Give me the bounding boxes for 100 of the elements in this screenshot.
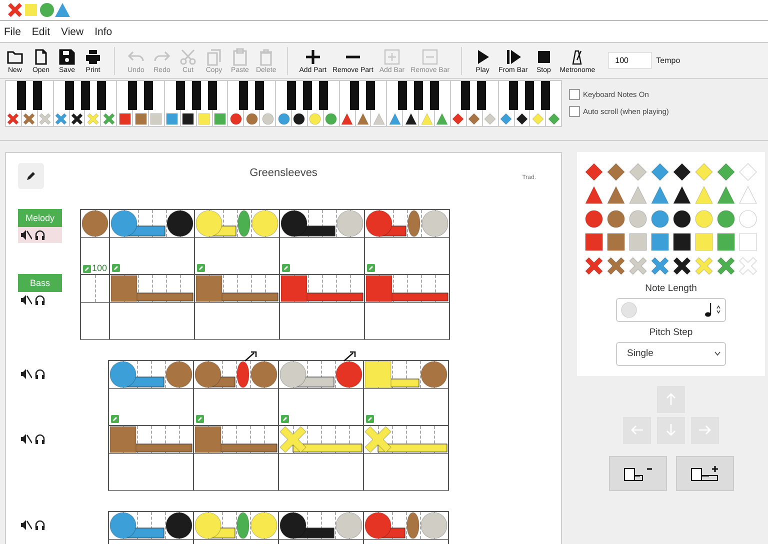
menu-item[interactable]: Edit <box>32 26 50 38</box>
square-note[interactable] <box>109 426 193 453</box>
sharp-key[interactable] <box>318 81 328 110</box>
circle-note[interactable] <box>166 210 194 237</box>
sharp-key[interactable] <box>461 81 470 110</box>
circle-note[interactable] <box>110 210 166 237</box>
note-marker-icon[interactable] <box>197 264 205 272</box>
square-swatch[interactable] <box>605 230 627 254</box>
square-swatch[interactable] <box>627 230 649 254</box>
cross-swatch[interactable] <box>693 254 715 278</box>
checkbox[interactable] <box>569 89 580 100</box>
sharp-key[interactable] <box>286 81 296 110</box>
triangle-swatch[interactable] <box>671 184 693 207</box>
piano-key[interactable] <box>180 110 196 126</box>
shorten-button[interactable] <box>608 456 666 490</box>
speaker-muted-icon[interactable] <box>21 434 32 444</box>
circle-swatch[interactable] <box>737 207 759 230</box>
sharp-key[interactable] <box>17 81 26 110</box>
circle-note[interactable] <box>109 512 165 539</box>
triangle-swatch[interactable] <box>583 184 605 207</box>
triangle-swatch[interactable] <box>693 184 715 207</box>
sharp-key[interactable] <box>80 81 90 110</box>
circle-note[interactable] <box>109 361 165 388</box>
headphones-icon[interactable] <box>35 520 45 530</box>
square-swatch[interactable] <box>671 230 693 254</box>
circle-swatch[interactable] <box>693 207 715 230</box>
checkbox[interactable] <box>569 106 580 117</box>
lengthen-button[interactable] <box>676 456 734 490</box>
cross-note[interactable] <box>364 426 448 453</box>
sharp-key[interactable] <box>192 81 201 110</box>
square-note[interactable] <box>364 361 420 388</box>
cross-swatch[interactable] <box>649 254 671 278</box>
square-note[interactable] <box>110 275 194 302</box>
sharp-key[interactable] <box>33 81 42 110</box>
speaker-muted-icon[interactable] <box>21 295 32 305</box>
cross-swatch[interactable] <box>715 254 737 278</box>
note-marker-icon[interactable] <box>281 415 289 423</box>
sharp-key[interactable] <box>255 81 264 110</box>
piano-key[interactable] <box>292 110 307 126</box>
sharp-key[interactable] <box>302 81 312 110</box>
speaker-muted-icon[interactable] <box>21 230 32 240</box>
edit-button[interactable] <box>18 163 44 189</box>
cross-swatch[interactable] <box>605 254 627 278</box>
menu-item[interactable]: View <box>61 26 84 38</box>
cross-swatch[interactable] <box>671 254 693 278</box>
note-marker-icon[interactable] <box>112 264 120 272</box>
sharp-key[interactable] <box>508 81 518 110</box>
triangle-swatch[interactable] <box>627 184 649 207</box>
square-note[interactable] <box>194 426 278 453</box>
square-note[interactable] <box>365 275 449 302</box>
circle-swatch[interactable] <box>715 207 737 230</box>
circle-swatch[interactable] <box>649 207 671 230</box>
tempo-field[interactable]: 100 <box>608 52 652 69</box>
triangle-swatch[interactable] <box>737 184 759 207</box>
speaker-muted-icon[interactable] <box>21 520 32 530</box>
headphones-icon[interactable] <box>35 434 45 444</box>
sharp-key[interactable] <box>350 81 360 110</box>
sharp-key[interactable] <box>524 81 534 110</box>
note-marker-icon[interactable] <box>111 415 119 423</box>
cross-swatch[interactable] <box>737 254 759 278</box>
sharp-key[interactable] <box>208 81 217 110</box>
menu-item[interactable]: Info <box>94 26 112 38</box>
headphones-icon[interactable] <box>35 230 45 240</box>
sharp-key[interactable] <box>64 81 74 110</box>
note-marker-icon[interactable] <box>366 415 374 423</box>
circle-note[interactable] <box>165 512 193 539</box>
note-marker-icon[interactable] <box>196 415 204 423</box>
headphones-icon[interactable] <box>35 369 45 379</box>
headphones-icon[interactable] <box>35 295 45 305</box>
circle-note[interactable] <box>280 210 336 237</box>
sharp-key[interactable] <box>176 81 185 110</box>
cross-swatch[interactable] <box>627 254 649 278</box>
circle-note[interactable] <box>364 512 406 539</box>
speaker-muted-icon[interactable] <box>21 369 32 379</box>
square-swatch[interactable] <box>693 230 715 254</box>
square-swatch[interactable] <box>715 230 737 254</box>
circle-swatch[interactable] <box>671 207 693 230</box>
sharp-key[interactable] <box>477 81 486 110</box>
square-note[interactable] <box>195 275 279 302</box>
note-marker-icon[interactable] <box>282 264 290 272</box>
circle-note[interactable] <box>365 210 407 237</box>
sharp-key[interactable] <box>144 81 154 110</box>
sharp-key[interactable] <box>430 81 439 110</box>
square-swatch[interactable] <box>583 230 605 254</box>
cross-swatch[interactable] <box>583 254 605 278</box>
circle-note[interactable] <box>279 512 335 539</box>
triangle-swatch[interactable] <box>715 184 737 207</box>
circle-swatch[interactable] <box>583 207 605 230</box>
pitch-step-select[interactable]: Single <box>616 342 726 366</box>
circle-swatch[interactable] <box>605 207 627 230</box>
sharp-key[interactable] <box>96 81 106 110</box>
circle-swatch[interactable] <box>627 207 649 230</box>
sharp-key[interactable] <box>414 81 423 110</box>
sharp-key[interactable] <box>239 81 248 110</box>
square-swatch[interactable] <box>737 230 759 254</box>
square-note[interactable] <box>280 275 364 302</box>
circle-note[interactable] <box>194 361 236 388</box>
sharp-key[interactable] <box>540 81 550 110</box>
cross-note[interactable] <box>279 426 363 453</box>
menu-item[interactable]: File <box>4 26 21 38</box>
